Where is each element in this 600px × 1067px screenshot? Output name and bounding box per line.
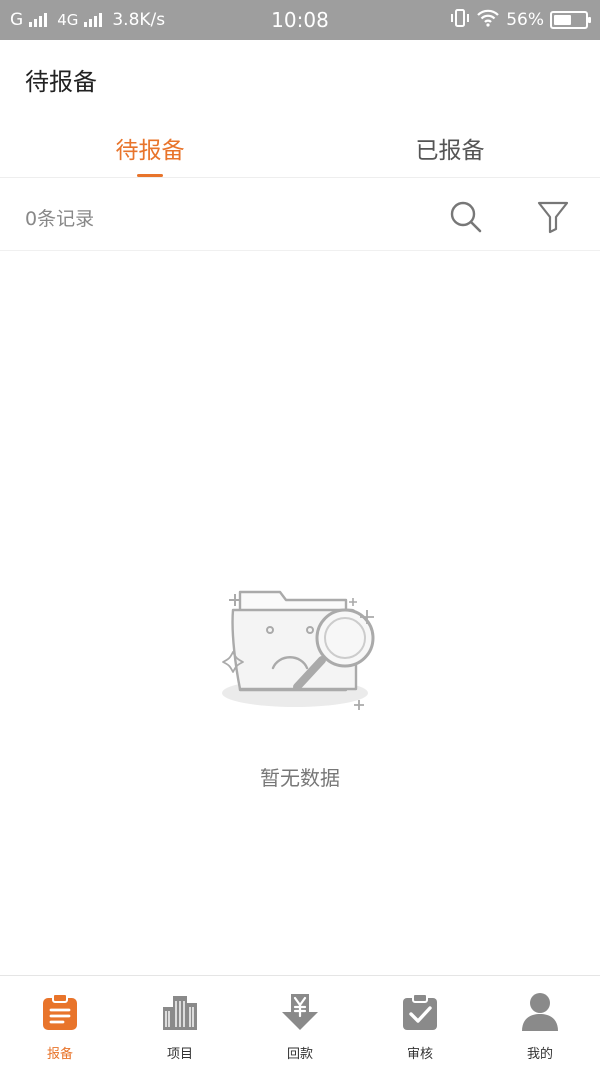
clipboard-check-icon [400,992,440,1032]
clipboard-icon [40,992,80,1032]
tab-label: 已报备 [415,137,485,164]
vibrate-icon [450,8,470,32]
battery-percent: 56% [506,10,544,30]
building-icon [160,992,200,1032]
record-count: 0条记录 [25,208,95,230]
nav-item-mine[interactable]: 我的 [480,976,600,1067]
nav-label: 回款 [286,1047,313,1062]
signal-icon [84,13,103,27]
nav-label: 审核 [406,1047,433,1062]
carrier-2: 4G [57,11,79,29]
yen-download-icon [280,992,320,1032]
bottom-nav: 报备 项目 回款 审核 我的 [0,975,600,1067]
search-icon[interactable] [446,197,486,237]
records-toolbar: 0条记录 [0,179,600,251]
nav-item-review[interactable]: 审核 [360,976,480,1067]
tab-active-indicator [137,174,163,177]
nav-item-report[interactable]: 报备 [0,976,120,1067]
status-right: 56% [450,8,591,32]
tab-reported[interactable]: 已报备 [300,118,600,177]
wifi-icon [476,9,500,32]
nav-label: 项目 [166,1047,193,1062]
status-bar: G 4G 3.8K/s 10:08 56% [0,0,600,40]
signal-icon [29,13,48,27]
tab-bar: 待报备 已报备 [0,118,600,178]
page-title: 待报备 [25,68,97,96]
tab-label: 待报备 [115,137,185,164]
empty-message: 暂无数据 [260,766,340,790]
net-speed: 3.8K/s [112,10,166,30]
carrier-1: G [10,10,24,30]
filter-icon[interactable] [533,197,573,237]
page-header: 待报备 [0,40,600,118]
nav-label: 报备 [46,1047,73,1062]
battery-icon [550,11,591,29]
user-icon [520,992,560,1032]
nav-item-projects[interactable]: 项目 [120,976,240,1067]
tab-pending[interactable]: 待报备 [0,118,300,177]
empty-folder-search-icon [222,590,375,710]
app-root: G 4G 3.8K/s 10:08 56% 待报备 待报备 已报备 0条记录 暂… [0,0,600,1067]
status-left: G 4G 3.8K/s [10,10,165,30]
nav-label: 我的 [526,1047,553,1062]
nav-item-payment[interactable]: 回款 [240,976,360,1067]
